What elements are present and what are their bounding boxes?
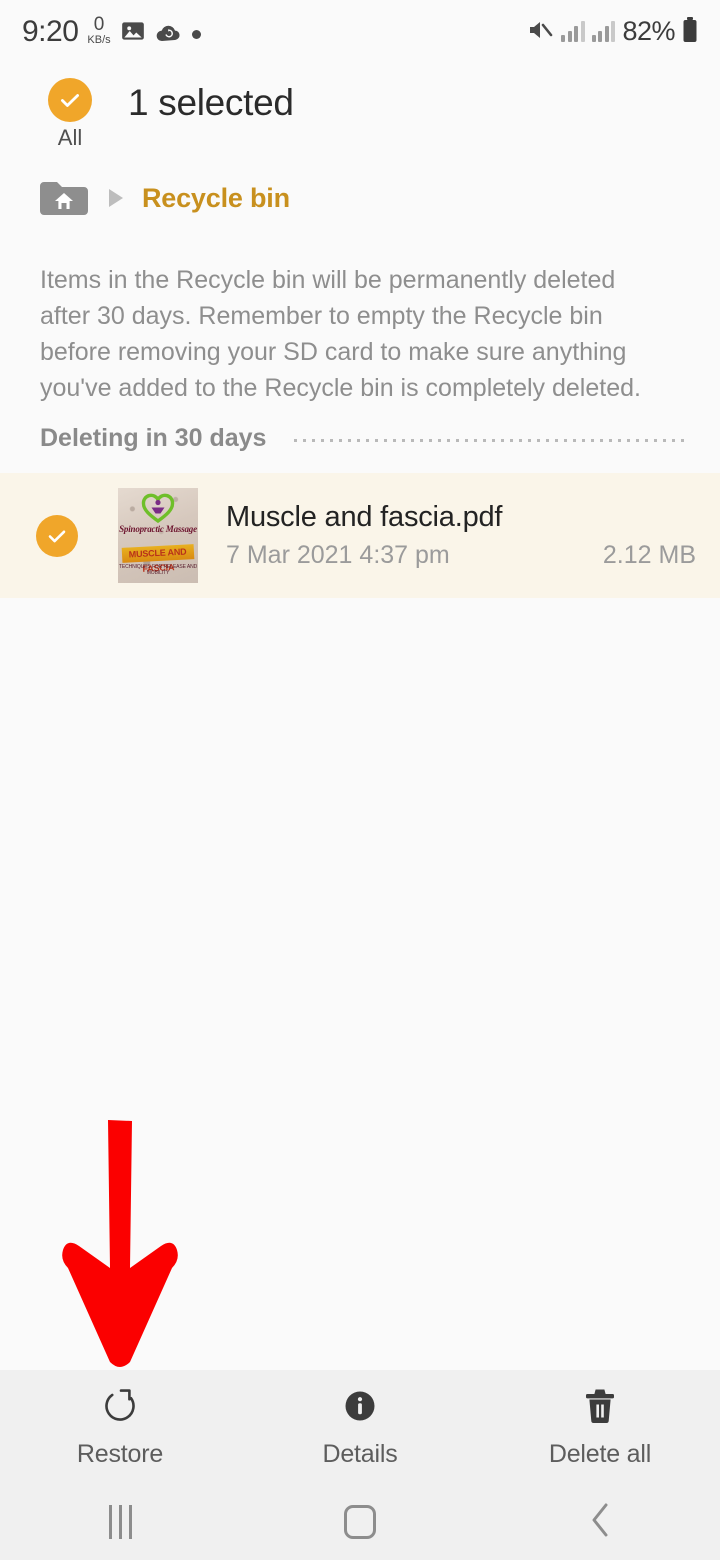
- delete-all-label: Delete all: [548, 1440, 652, 1468]
- row-checkbox-checked-icon[interactable]: [36, 514, 78, 557]
- image-icon: [120, 18, 146, 47]
- network-speed-indicator: 0 KB/s: [87, 15, 110, 47]
- row-checkbox[interactable]: [36, 514, 88, 557]
- file-thumbnail: Spinopractic Massage MUSCLE AND FASCIA T…: [118, 488, 198, 583]
- nav-back-button[interactable]: [480, 1500, 720, 1545]
- cloud-sync-icon: [155, 22, 183, 47]
- status-bar-right: 82%: [526, 16, 698, 47]
- restore-icon[interactable]: [99, 1385, 141, 1427]
- thumbnail-cursive-text: Spinopractic Massage: [119, 524, 197, 534]
- battery-icon: [682, 16, 698, 46]
- recycle-bin-info-text: Items in the Recycle bin will be permane…: [40, 266, 641, 402]
- status-bar: 9:20 0 KB/s 82%: [0, 0, 720, 62]
- nav-recents-button[interactable]: [0, 1505, 240, 1539]
- signal-bars-icon: [561, 20, 585, 42]
- heart-logo-icon: [141, 493, 175, 528]
- table-row[interactable]: Spinopractic Massage MUSCLE AND FASCIA T…: [0, 473, 720, 598]
- home-icon[interactable]: [344, 1505, 376, 1539]
- recents-icon[interactable]: [108, 1505, 132, 1539]
- file-meta-row: 7 Mar 2021 4:37 pm 2.12 MB: [226, 541, 696, 570]
- battery-percent: 82%: [622, 15, 675, 46]
- breadcrumb: Recycle bin: [38, 176, 290, 220]
- bottom-toolbar: Restore Details Delete all: [0, 1370, 720, 1484]
- dot-icon: [191, 30, 201, 40]
- trash-icon[interactable]: [581, 1385, 619, 1427]
- breadcrumb-current[interactable]: Recycle bin: [142, 183, 290, 214]
- info-icon[interactable]: [340, 1385, 380, 1427]
- home-folder-icon[interactable]: [38, 176, 90, 220]
- group-header: Deleting in 30 days: [40, 424, 690, 453]
- select-all-label: All: [57, 125, 83, 150]
- network-speed-unit: KB/s: [87, 33, 111, 46]
- status-time: 9:20: [22, 15, 79, 49]
- delete-all-button[interactable]: Delete all: [480, 1385, 720, 1469]
- file-size: 2.12 MB: [602, 541, 696, 570]
- selection-header: All 1 selected: [0, 62, 720, 170]
- group-header-title: Deleting in 30 days: [40, 424, 267, 452]
- select-all-button[interactable]: All: [38, 62, 102, 149]
- file-info: Muscle and fascia.pdf 7 Mar 2021 4:37 pm…: [226, 501, 720, 570]
- restore-button[interactable]: Restore: [0, 1385, 240, 1469]
- select-all-checkbox-icon[interactable]: [48, 78, 92, 122]
- group-header-divider: [294, 439, 690, 442]
- network-speed-value: 0: [93, 13, 105, 35]
- file-name: Muscle and fascia.pdf: [226, 500, 503, 533]
- nav-home-button[interactable]: [240, 1505, 480, 1539]
- file-date: 7 Mar 2021 4:37 pm: [226, 541, 450, 570]
- status-bar-left: 9:20 0 KB/s: [22, 15, 201, 47]
- details-label: Details: [322, 1440, 398, 1468]
- phone-screen: 9:20 0 KB/s 82% All 1 selected Recycle b…: [0, 0, 720, 1560]
- android-nav-bar: [0, 1484, 720, 1560]
- details-button[interactable]: Details: [240, 1385, 480, 1469]
- restore-label: Restore: [76, 1440, 164, 1468]
- back-chevron-icon[interactable]: [587, 1500, 613, 1545]
- triangle-right-icon: [106, 187, 126, 209]
- thumbnail-sub-text: TECHNIQUES FOR RELEASE AND MOBILITY: [118, 564, 198, 576]
- mute-icon: [526, 18, 554, 45]
- selection-count-title: 1 selected: [128, 82, 294, 123]
- red-down-arrow-annotation: [60, 1118, 180, 1373]
- signal-bars-icon-2: [591, 20, 616, 42]
